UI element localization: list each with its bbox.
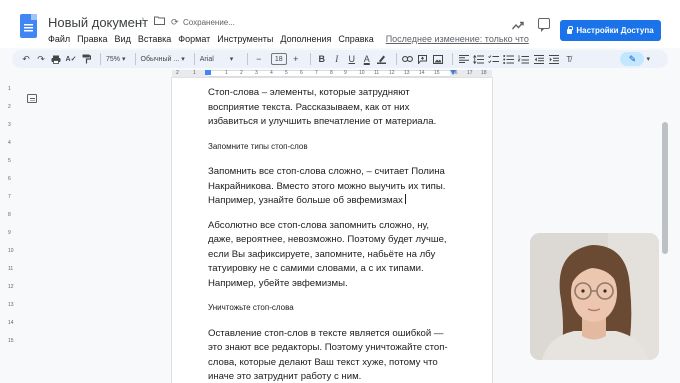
menu-view[interactable]: Вид	[115, 34, 131, 44]
ruler-number: 16	[452, 70, 458, 76]
docs-logo-icon[interactable]	[20, 14, 37, 38]
ruler-number: 11	[374, 70, 380, 76]
font-select[interactable]: Arial ▾	[200, 55, 238, 64]
chevron-down-icon[interactable]: ▾	[646, 55, 650, 63]
clear-formatting-icon[interactable]: T̸	[563, 52, 575, 66]
ruler-number: 2	[176, 70, 179, 76]
align-left-icon[interactable]	[458, 52, 470, 66]
toolbar-divider	[395, 53, 397, 65]
menu-bar: Файл Правка Вид Вставка Формат Инструмен…	[48, 34, 529, 44]
vertical-ruler: 1 2 3 4 5 6 7 8 9 10 11 12 13 14 15	[8, 86, 14, 344]
ruler-number: 12	[389, 70, 395, 76]
decrease-font-size-button[interactable]: −	[253, 52, 265, 66]
share-button-label: Настройки Доступа	[576, 26, 654, 35]
bulleted-list-icon[interactable]	[503, 52, 515, 66]
ruler-number: 10	[359, 70, 365, 76]
toolbar-divider	[309, 53, 311, 65]
menu-file[interactable]: Файл	[48, 34, 70, 44]
checklist-icon[interactable]	[488, 52, 500, 66]
toolbar-divider	[451, 53, 453, 65]
ruler-number: 3	[255, 70, 258, 76]
toolbar-divider	[193, 53, 195, 65]
ruler-number: 1	[225, 70, 228, 76]
left-indent-marker[interactable]	[205, 70, 211, 75]
increase-indent-icon[interactable]	[548, 52, 560, 66]
insert-comment-icon[interactable]	[417, 52, 429, 66]
print-icon[interactable]	[50, 52, 62, 66]
font-size-input[interactable]: 18	[270, 53, 287, 65]
last-edit-link[interactable]: Последнее изменение: только что	[386, 34, 529, 44]
ruler-number: 9	[344, 70, 347, 76]
saving-status: Сохранение...	[183, 18, 235, 27]
menu-tools[interactable]: Инструменты	[217, 34, 273, 44]
spellcheck-icon[interactable]: A✓	[65, 52, 77, 66]
ruler-number: 13	[404, 70, 410, 76]
paragraph-intro: Стоп-слова – элементы, которые затрудняю…	[208, 87, 437, 127]
heading-remember-types: Запомните типы стоп-слов	[208, 141, 308, 151]
toolbar-divider	[134, 53, 136, 65]
paint-format-icon[interactable]	[80, 52, 92, 66]
horizontal-ruler: 2 1 1 2 3 4 5 6 7 8 9 10 11 12 13 14 15 …	[0, 69, 680, 78]
text-cursor	[404, 194, 406, 204]
paragraph-absolutely: Абсолютно все стоп-слова запомнить сложн…	[208, 219, 447, 289]
ruler-number: 17	[467, 70, 473, 76]
ruler-number: 8	[330, 70, 333, 76]
menu-format[interactable]: Формат	[178, 34, 210, 44]
comment-icon[interactable]	[538, 18, 550, 32]
chevron-down-icon: ▾	[181, 56, 185, 63]
bold-button[interactable]: B	[316, 52, 328, 66]
underline-button[interactable]: U	[346, 52, 358, 66]
vertical-scrollbar[interactable]	[662, 122, 668, 254]
menu-insert[interactable]: Вставка	[138, 34, 171, 44]
insert-image-icon[interactable]	[432, 52, 444, 66]
document-body[interactable]: Стоп-слова – элементы, которые затрудняю…	[208, 86, 450, 383]
italic-button[interactable]: I	[331, 52, 343, 66]
menu-addons[interactable]: Дополнения	[280, 34, 331, 44]
toolbar-divider	[100, 53, 101, 65]
cut-off-text-line	[210, 78, 266, 81]
redo-icon[interactable]: ↷	[35, 52, 47, 66]
document-outline-icon[interactable]	[27, 94, 37, 103]
webcam-overlay	[530, 233, 659, 360]
star-icon[interactable]: ☆	[138, 15, 148, 28]
app-header: Новый документ ☆ ⟳ Сохранение... Файл Пр…	[0, 0, 680, 48]
ruler-number: 7	[315, 70, 318, 76]
paragraph-leaving: Оставление стоп-слов в тексте является о…	[208, 327, 448, 383]
ruler-number: 15	[434, 70, 440, 76]
undo-icon[interactable]: ↶	[20, 52, 32, 66]
menu-help[interactable]: Справка	[338, 34, 373, 44]
ruler-number: 14	[419, 70, 425, 76]
cloud-sync-icon: ⟳	[171, 17, 179, 27]
document-title[interactable]: Новый документ	[48, 15, 148, 30]
folder-move-icon[interactable]	[154, 16, 165, 28]
ruler-number: 1	[193, 70, 196, 76]
increase-font-size-button[interactable]: +	[290, 52, 302, 66]
zoom-select[interactable]: 75% ▾	[106, 55, 126, 64]
ruler-number: 2	[240, 70, 243, 76]
lock-icon	[567, 26, 573, 34]
ruler-number: 6	[300, 70, 303, 76]
formatting-toolbar: ↶ ↷ A✓ 75% ▾ Обычный ... ▾ Arial ▾ − 18 + B…	[12, 50, 668, 68]
decrease-indent-icon[interactable]	[533, 52, 545, 66]
style-select[interactable]: Обычный ... ▾	[141, 55, 185, 64]
link-icon[interactable]	[402, 52, 414, 66]
chevron-down-icon: ▾	[229, 56, 234, 63]
heading-destroy: Уничтожьте стоп-слова	[208, 303, 294, 312]
trend-icon[interactable]	[511, 19, 524, 33]
line-spacing-icon[interactable]	[473, 52, 485, 66]
menu-edit[interactable]: Правка	[77, 34, 107, 44]
ruler-number: 5	[285, 70, 288, 76]
share-button[interactable]: Настройки Доступа	[560, 20, 661, 41]
paragraph-remember: Запомнить все стоп-слова сложно, – счита…	[208, 166, 446, 206]
editing-mode-icon[interactable]: ✎	[620, 52, 645, 66]
highlight-icon[interactable]	[376, 52, 388, 66]
ruler-number: 4	[270, 70, 273, 76]
toolbar-divider	[246, 53, 248, 65]
numbered-list-icon[interactable]	[518, 52, 530, 66]
text-color-button[interactable]: A	[361, 52, 373, 66]
ruler-number: 18	[481, 70, 487, 76]
chevron-down-icon: ▾	[122, 56, 126, 63]
